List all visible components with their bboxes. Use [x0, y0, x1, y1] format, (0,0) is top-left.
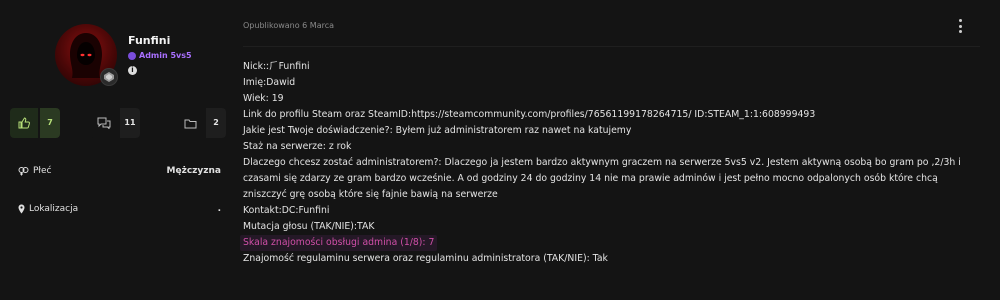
gender-icon: [18, 167, 29, 176]
gender-value: Mężczyzna: [166, 166, 221, 176]
location-pin-icon: [18, 204, 25, 214]
author-sidebar: Funfini Admin 5vs5 i 7 11 2 Płeć Mężczyz…: [0, 0, 228, 300]
author-name[interactable]: Funfini: [128, 34, 170, 47]
likes-count: 7: [40, 108, 60, 138]
rank-badge-icon: [100, 68, 118, 86]
author-role: Admin 5vs5: [128, 51, 192, 60]
post-line-contact: Kontakt:DC:Funfini: [243, 205, 330, 216]
post-line-voice: Mutacja głosu (TAK/NIE):TAK: [243, 221, 375, 232]
folders-stat[interactable]: 2: [176, 108, 226, 138]
post-line-steam: Link do profilu Steam oraz SteamID:https…: [243, 109, 816, 120]
post-line-nick: Nick:ː⺁Funfini: [243, 61, 310, 72]
comments-stat[interactable]: 11: [90, 108, 140, 138]
post-content: Opublikowano 6 Marca Nick:ː⺁Funfini Imię…: [240, 0, 980, 300]
gender-label: Płeć: [18, 166, 51, 176]
location-label: Lokalizacja: [18, 204, 78, 214]
likes-stat[interactable]: 7: [10, 108, 60, 138]
post-date[interactable]: Opublikowano 6 Marca: [243, 21, 334, 30]
post-line-motivation: Dlaczego chcesz zostać administratorem?:…: [243, 157, 961, 200]
info-icon[interactable]: i: [128, 66, 137, 75]
post-line-experience: Jakie jest Twoje doświadczenie?: Byłem j…: [243, 125, 632, 136]
more-vertical-icon[interactable]: [955, 19, 965, 33]
highlighted-text: Skala znajomości obsługi admina (1/8): 7: [240, 235, 438, 251]
comments-count: 11: [120, 108, 140, 138]
location-label-text: Lokalizacja: [29, 204, 79, 214]
comments-icon: [90, 108, 118, 138]
role-badge-icon: [128, 51, 136, 60]
post-line-tenure: Staż na serwerze: z rok: [243, 141, 352, 152]
thumbs-up-icon: [10, 108, 38, 138]
gender-label-text: Płeć: [33, 166, 52, 176]
post-line-admin-skill: Skala znajomości obsługi admina (1/8): 7: [240, 235, 980, 251]
post-line-rules: Znajomość regulaminu serwera oraz regula…: [243, 253, 608, 264]
divider: [243, 46, 980, 47]
post-line-name: Imię:Dawid: [243, 77, 296, 88]
folders-count: 2: [206, 108, 226, 138]
author-role-label: Admin 5vs5: [139, 51, 192, 60]
folder-icon: [176, 108, 204, 138]
location-value: .: [217, 204, 221, 214]
post-line-age: Wiek: 19: [243, 93, 284, 104]
post-body: Nick:ː⺁Funfini Imię:Dawid Wiek: 19 Link …: [240, 59, 980, 267]
